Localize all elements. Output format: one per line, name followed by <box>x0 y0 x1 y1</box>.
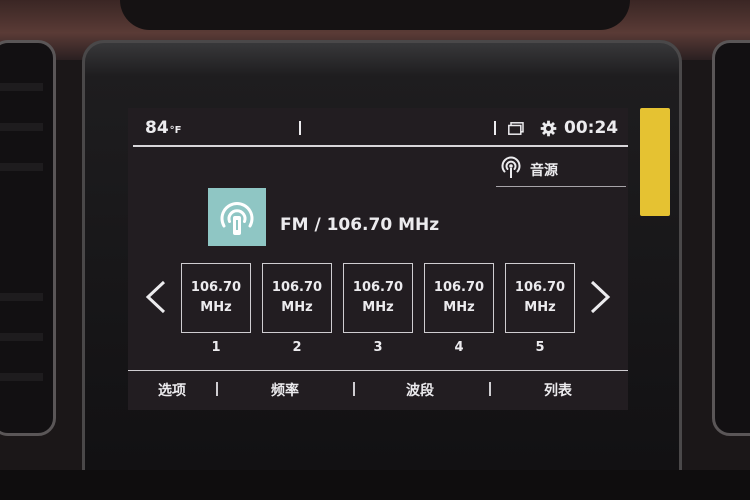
tab-options[interactable]: 选项 <box>142 380 202 402</box>
chevron-left-icon[interactable] <box>142 276 170 318</box>
tab-list[interactable]: 列表 <box>528 380 588 402</box>
clock: 00:24 <box>564 118 619 138</box>
preset-number: 2 <box>292 340 302 355</box>
audio-source-button[interactable]: 音源 <box>500 152 626 188</box>
preset-unit: MHz <box>362 300 394 315</box>
vent-slot <box>0 333 43 341</box>
protective-film-tab <box>640 108 670 216</box>
tab-divider <box>489 382 491 396</box>
tab-band[interactable]: 波段 <box>390 380 450 402</box>
tab-frequency[interactable]: 频率 <box>255 380 315 402</box>
preset-button-4[interactable]: 106.70 MHz <box>424 263 494 333</box>
preset-frequency: 106.70 <box>433 280 485 295</box>
vent-slot <box>0 163 43 171</box>
dashboard-recess <box>120 0 630 30</box>
source-underline <box>496 186 626 187</box>
preset-number: 5 <box>535 340 545 355</box>
dashboard-bottom <box>0 470 750 500</box>
status-divider <box>299 121 301 135</box>
vent-slot <box>0 293 43 301</box>
status-bar-divider <box>133 145 628 147</box>
left-air-vent <box>0 40 56 436</box>
preset-number: 4 <box>454 340 464 355</box>
radio-broadcast-icon <box>220 202 254 235</box>
temperature-value: 84 <box>145 118 169 138</box>
preset-button-5[interactable]: 106.70 MHz <box>505 263 575 333</box>
preset-number: 3 <box>373 340 383 355</box>
now-playing-station: FM / 106.70 MHz <box>280 215 440 235</box>
tab-divider <box>353 382 355 396</box>
vent-slot <box>0 83 43 91</box>
preset-frequency: 106.70 <box>514 280 566 295</box>
gear-icon[interactable] <box>540 120 557 137</box>
temperature-unit: °F <box>169 125 182 136</box>
preset-frequency: 106.70 <box>352 280 404 295</box>
station-artwork <box>208 188 266 246</box>
outside-temperature: 84°F <box>145 118 182 138</box>
screen-stack-icon[interactable] <box>508 122 524 135</box>
preset-button-2[interactable]: 106.70 MHz <box>262 263 332 333</box>
radio-broadcast-icon <box>501 156 521 178</box>
preset-unit: MHz <box>200 300 232 315</box>
preset-button-1[interactable]: 106.70 MHz <box>181 263 251 333</box>
status-bar: 84°F 00:24 <box>128 108 628 148</box>
infotainment-screen: 84°F 00:24 音源 FM / 106.70 MHz 106.70 MHz… <box>128 108 628 410</box>
chevron-right-icon[interactable] <box>586 276 614 318</box>
right-air-vent <box>712 40 750 436</box>
vent-slot <box>0 373 43 381</box>
preset-unit: MHz <box>443 300 475 315</box>
preset-unit: MHz <box>524 300 556 315</box>
preset-number: 1 <box>211 340 221 355</box>
tab-divider <box>216 382 218 396</box>
preset-unit: MHz <box>281 300 313 315</box>
preset-button-3[interactable]: 106.70 MHz <box>343 263 413 333</box>
audio-source-label: 音源 <box>530 163 558 179</box>
preset-frequency: 106.70 <box>190 280 242 295</box>
preset-frequency: 106.70 <box>271 280 323 295</box>
vent-slot <box>0 123 43 131</box>
tab-bar-divider <box>128 370 628 371</box>
status-divider <box>494 121 496 135</box>
